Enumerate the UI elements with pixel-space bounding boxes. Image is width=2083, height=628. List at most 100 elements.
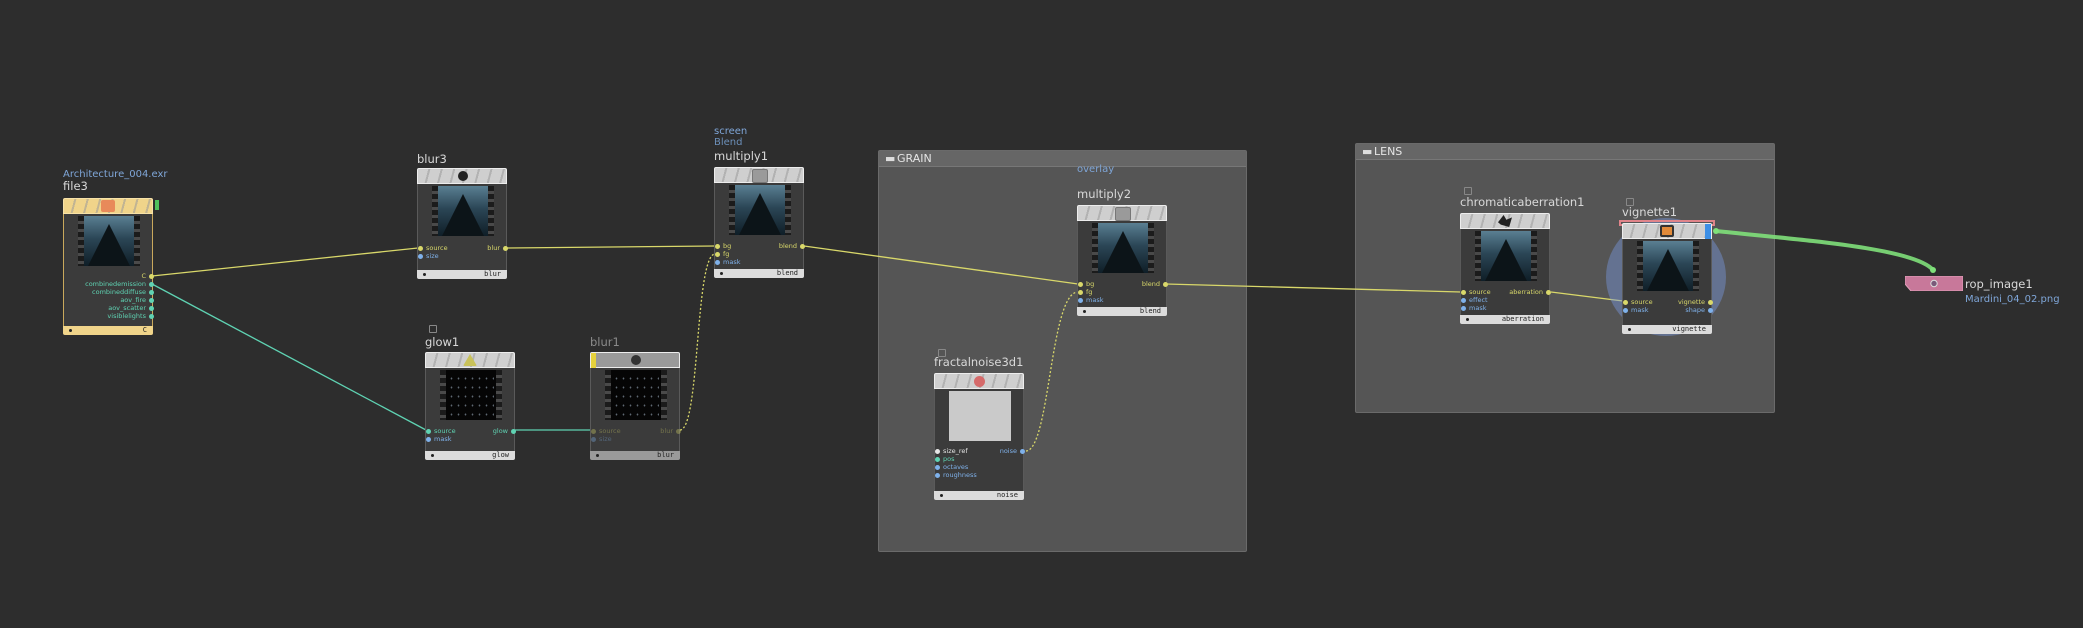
display-flag[interactable] <box>1705 224 1711 240</box>
input-port-roughness[interactable]: roughness <box>935 471 977 479</box>
node-body: source effect mask aberration <box>1460 229 1551 315</box>
node-body: bg fg mask blend <box>714 183 805 269</box>
node-body: source size blur <box>590 368 681 451</box>
output-port[interactable]: aov_fire <box>120 296 154 304</box>
node-name[interactable]: multiply1 <box>714 149 768 163</box>
wire-vignette-to-rop <box>1715 229 1935 272</box>
output-port-aberration[interactable]: aberration <box>1509 288 1551 296</box>
node-header[interactable] <box>425 352 515 368</box>
input-port-source[interactable]: source <box>1461 288 1491 296</box>
output-port-noise[interactable]: noise <box>1000 447 1025 455</box>
input-port-source[interactable]: source <box>591 427 621 435</box>
input-port-octaves[interactable]: octaves <box>935 463 968 471</box>
input-port-mask[interactable]: mask <box>1623 306 1648 314</box>
node-body: source mask vignette shape <box>1622 239 1713 325</box>
node-name[interactable]: blur3 <box>417 152 447 166</box>
output-port-blend[interactable]: blend <box>779 242 805 250</box>
wire-multiply2-to-aberration <box>1165 283 1462 293</box>
node-thumbnail <box>1637 241 1699 291</box>
input-port-effect[interactable]: effect <box>1461 296 1488 304</box>
output-port-glow[interactable]: glow <box>493 427 516 435</box>
node-footer[interactable]: C <box>63 326 153 335</box>
input-port-bg[interactable]: bg <box>1078 280 1094 288</box>
node-header[interactable] <box>714 167 804 183</box>
input-port-source[interactable]: source <box>426 427 456 435</box>
wire-display-endpoint <box>1713 228 1719 234</box>
node-name[interactable]: vignette1 <box>1622 205 1677 219</box>
node-name[interactable]: rop_image1 <box>1965 277 2033 291</box>
node-name[interactable]: file3 <box>63 179 88 193</box>
output-port-blur[interactable]: blur <box>660 427 681 435</box>
node-header[interactable] <box>1460 213 1550 229</box>
node-footer[interactable]: aberration <box>1460 315 1550 324</box>
input-port-fg[interactable]: fg <box>1078 288 1092 296</box>
input-port-mask[interactable]: mask <box>426 435 451 443</box>
input-port-size[interactable]: size <box>591 435 612 443</box>
output-port[interactable]: combineddiffuse <box>92 288 154 296</box>
input-port-bg[interactable]: bg <box>715 242 731 250</box>
output-port[interactable]: aov_scatter <box>108 304 154 312</box>
node-body: source size blur <box>417 184 508 270</box>
output-port[interactable]: visiblelights <box>107 312 154 320</box>
node-name[interactable]: chromaticaberration1 <box>1460 195 1584 209</box>
node-header[interactable] <box>1622 223 1712 240</box>
wire-blur3-to-multiply1 <box>505 245 716 249</box>
lock-icon[interactable] <box>1464 187 1472 195</box>
output-port-blend[interactable]: blend <box>1142 280 1168 288</box>
network-editor-canvas[interactable]: ▬ GRAIN ▬ LENS Architecture_004.exr file… <box>0 0 2083 628</box>
display-flag[interactable] <box>155 200 159 210</box>
node-thumbnail <box>949 391 1011 441</box>
file-icon <box>101 200 115 212</box>
node-name[interactable]: glow1 <box>425 335 459 349</box>
node-body: source mask glow <box>425 368 516 451</box>
output-port-vignette[interactable]: vignette <box>1678 298 1713 306</box>
node-name[interactable]: multiply2 <box>1077 187 1131 201</box>
input-port-source[interactable]: source <box>1623 298 1653 306</box>
node-footer[interactable]: vignette <box>1622 325 1712 334</box>
output-port-shape[interactable]: shape <box>1685 306 1713 314</box>
node-header[interactable] <box>63 198 153 214</box>
lock-icon[interactable] <box>429 325 437 333</box>
node-thumbnail <box>605 370 667 420</box>
output-port[interactable]: C <box>141 272 154 280</box>
node-footer[interactable]: glow <box>425 451 515 460</box>
node-header[interactable] <box>417 168 507 184</box>
node-comment: Blend <box>714 137 743 148</box>
node-footer[interactable]: blur <box>417 270 507 279</box>
bypass-flag[interactable] <box>591 353 596 369</box>
node-header[interactable] <box>934 373 1024 389</box>
node-footer[interactable]: blend <box>1077 307 1167 316</box>
input-port-pos[interactable]: pos <box>935 455 955 463</box>
node-footer[interactable]: blend <box>714 269 804 278</box>
input-port-mask[interactable]: mask <box>715 258 740 266</box>
output-port-blur[interactable]: blur <box>487 244 508 252</box>
node-footer[interactable]: blur <box>590 451 680 460</box>
node-comment: overlay <box>1077 164 1115 175</box>
node-header[interactable] <box>1077 205 1167 221</box>
node-thumbnail <box>440 370 502 420</box>
input-port-mask[interactable]: mask <box>1461 304 1486 312</box>
noise-icon <box>974 376 985 387</box>
wire-display-endpoint <box>1930 267 1936 273</box>
node-body: bg fg mask blend <box>1077 221 1168 307</box>
input-port-size-ref[interactable]: size_ref <box>935 447 968 455</box>
node-body: C combinedemission combineddiffuse aov_f… <box>63 214 154 326</box>
output-port[interactable]: combinedemission <box>85 280 154 288</box>
input-port-mask[interactable]: mask <box>1078 296 1103 304</box>
node-name[interactable]: blur1 <box>590 335 620 349</box>
node-header[interactable] <box>590 352 680 369</box>
node-footer[interactable]: noise <box>934 491 1024 500</box>
wire-blur1-to-multiply1 <box>679 253 716 431</box>
rop-icon[interactable] <box>1905 276 1963 291</box>
blur-icon <box>458 171 468 181</box>
input-port-fg[interactable]: fg <box>715 250 729 258</box>
vignette-icon <box>1660 225 1674 237</box>
wire-file3-to-blur3 <box>151 247 419 277</box>
input-port-size[interactable]: size <box>418 252 439 260</box>
node-thumbnail <box>78 216 140 266</box>
node-thumbnail <box>1092 223 1154 273</box>
node-body: size_ref pos octaves roughness noise <box>934 389 1025 491</box>
node-thumbnail <box>729 185 791 235</box>
input-port-source[interactable]: source <box>418 244 448 252</box>
node-name[interactable]: fractalnoise3d1 <box>934 355 1023 369</box>
